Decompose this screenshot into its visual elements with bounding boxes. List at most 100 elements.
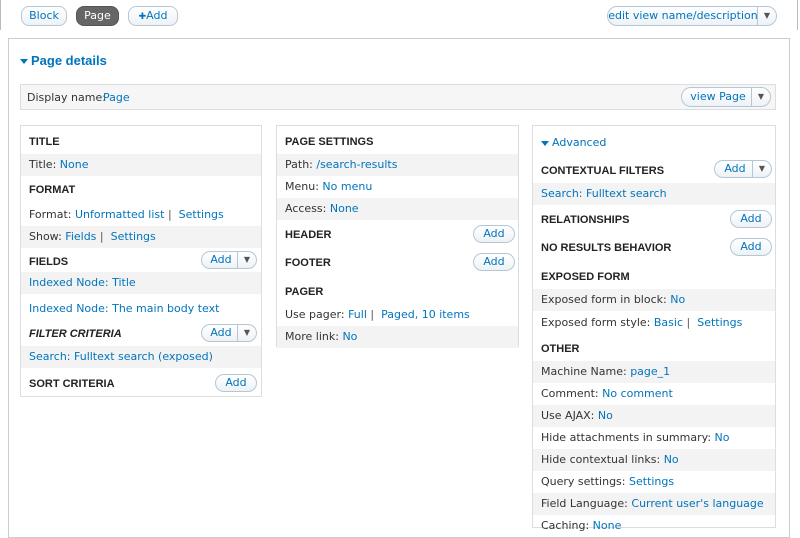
list-item: Search: Fulltext search <box>533 183 775 205</box>
use-ajax-row: Use AJAX: No <box>533 405 775 427</box>
contextual-item-link[interactable]: Search: Fulltext search <box>541 183 667 205</box>
contextual-add-button[interactable]: Add <box>715 161 755 177</box>
triangle-down-icon <box>20 59 28 65</box>
path-row: Path: /search-results <box>277 154 518 176</box>
filter-add-button[interactable]: Add <box>202 325 240 341</box>
machine-name-row: Machine Name: page_1 <box>533 361 775 383</box>
triangle-down-icon <box>541 140 549 146</box>
path-label: Path: <box>285 158 313 171</box>
machine-name-link[interactable]: page_1 <box>630 365 670 378</box>
fields-add-button[interactable]: Add <box>202 252 240 268</box>
tab-block[interactable]: Block <box>21 6 67 26</box>
fields-add-dropdown[interactable]: Add ▼ <box>201 251 257 269</box>
add-display-label: Add <box>146 9 168 22</box>
hide-contextual-row: Hide contextual links: No <box>533 449 775 471</box>
sort-add-button[interactable]: Add <box>215 374 257 392</box>
show-value-link[interactable]: Fields <box>65 230 96 243</box>
hide-contextual-link[interactable]: No <box>664 453 679 466</box>
use-pager-link[interactable]: Full <box>348 308 367 321</box>
use-ajax-link[interactable]: No <box>598 409 613 422</box>
format-value-link[interactable]: Unformatted list <box>75 208 164 221</box>
column-third: Advanced CONTEXTUAL FILTERS Add ▼ Search… <box>532 125 776 532</box>
menu-value-link[interactable]: No menu <box>322 180 372 193</box>
query-settings-label: Query settings: <box>541 475 626 488</box>
access-row: Access: None <box>277 198 518 220</box>
menu-label: Menu: <box>285 180 319 193</box>
chevron-down-icon[interactable]: ▼ <box>757 7 776 25</box>
view-page-link[interactable]: view Page <box>682 88 754 106</box>
advanced-label: Advanced <box>552 136 607 149</box>
field-item-link[interactable]: Indexed Node: The main body text <box>29 298 219 320</box>
field-language-link[interactable]: Current user's language <box>631 497 763 510</box>
hide-contextual-label: Hide contextual links: <box>541 453 661 466</box>
display-tabs-bar: Block Page ✚Add edit view name/descripti… <box>0 0 798 30</box>
query-settings-row: Query settings: Settings <box>533 471 775 493</box>
chevron-down-icon[interactable]: ▼ <box>751 88 770 106</box>
format-settings-link[interactable]: Settings <box>179 208 224 221</box>
title-label: Title: <box>29 158 57 171</box>
hide-attachments-link[interactable]: No <box>715 431 730 444</box>
caching-label: Caching: <box>541 519 590 532</box>
more-link-label: More link: <box>285 330 339 343</box>
list-item: Indexed Node: Title <box>21 272 261 294</box>
title-row: Title: None <box>21 154 261 176</box>
display-name-bar: Display name: Page view Page ▼ <box>20 84 776 110</box>
show-settings-link[interactable]: Settings <box>111 230 156 243</box>
page-details-toggle[interactable]: Page details <box>20 53 107 68</box>
exposed-block-link[interactable]: No <box>670 293 685 306</box>
format-label: Format: <box>29 208 72 221</box>
hide-attachments-row: Hide attachments in summary: No <box>533 427 775 449</box>
title-value-link[interactable]: None <box>60 158 89 171</box>
plus-icon: ✚ <box>138 12 147 22</box>
more-link-row: More link: No <box>277 326 518 348</box>
edit-view-dropdown[interactable]: edit view name/description ▼ <box>607 6 777 26</box>
caching-link[interactable]: None <box>593 519 622 532</box>
advanced-toggle[interactable]: Advanced <box>541 136 606 149</box>
filter-item-link[interactable]: Search: Fulltext search (exposed) <box>29 346 213 368</box>
field-language-row: Field Language: Current user's language <box>533 493 775 515</box>
chevron-down-icon[interactable]: ▼ <box>237 325 256 341</box>
view-page-dropdown[interactable]: view Page ▼ <box>681 87 771 107</box>
display-name-link[interactable]: Page <box>103 91 130 104</box>
use-ajax-label: Use AJAX: <box>541 409 595 422</box>
comment-label: Comment: <box>541 387 599 400</box>
exposed-style-link[interactable]: Basic <box>654 316 683 329</box>
column-second: PAGE SETTINGS Path: /search-results Menu… <box>276 125 519 348</box>
edit-view-name-link[interactable]: edit view name/description <box>608 7 758 25</box>
query-settings-link[interactable]: Settings <box>629 475 674 488</box>
machine-name-label: Machine Name: <box>541 365 627 378</box>
caching-row: Caching: None <box>533 515 775 537</box>
add-display-button[interactable]: ✚Add <box>128 6 178 26</box>
format-row: Format: Unformatted list | Settings <box>29 208 224 221</box>
exposed-block-label: Exposed form in block: <box>541 293 667 306</box>
exposed-style-row: Exposed form style: Basic | Settings <box>541 316 743 329</box>
list-item: Indexed Node: The main body text <box>21 298 261 320</box>
pager-items-link[interactable]: Paged, 10 items <box>381 308 470 321</box>
hide-attachments-label: Hide attachments in summary: <box>541 431 712 444</box>
comment-link[interactable]: No comment <box>602 387 673 400</box>
field-item-link[interactable]: Indexed Node: Title <box>29 272 136 294</box>
tab-page[interactable]: Page <box>76 6 119 26</box>
access-value-link[interactable]: None <box>330 202 359 215</box>
exposed-block-row: Exposed form in block: No <box>533 289 775 311</box>
field-language-label: Field Language: <box>541 497 628 510</box>
exposed-style-label: Exposed form style: <box>541 316 651 329</box>
exposed-style-settings-link[interactable]: Settings <box>697 316 742 329</box>
access-label: Access: <box>285 202 327 215</box>
menu-row: Menu: No menu <box>277 176 518 198</box>
column-first: TITLE Title: None FORMAT Format: Unforma… <box>20 125 262 397</box>
contextual-add-dropdown[interactable]: Add ▼ <box>714 160 772 178</box>
path-value-link[interactable]: /search-results <box>316 158 397 171</box>
list-item: Search: Fulltext search (exposed) <box>21 346 261 368</box>
no-results-add-button[interactable]: Add <box>730 238 772 256</box>
filter-add-dropdown[interactable]: Add ▼ <box>201 324 257 342</box>
chevron-down-icon[interactable]: ▼ <box>237 252 256 268</box>
show-label: Show: <box>29 230 62 243</box>
more-link-value-link[interactable]: No <box>342 330 357 343</box>
display-name-label: Display name: <box>27 91 106 104</box>
header-add-button[interactable]: Add <box>473 225 515 243</box>
chevron-down-icon[interactable]: ▼ <box>752 161 771 177</box>
footer-add-button[interactable]: Add <box>473 253 515 271</box>
show-row: Show: Fields | Settings <box>21 226 261 248</box>
relationships-add-button[interactable]: Add <box>730 210 772 228</box>
